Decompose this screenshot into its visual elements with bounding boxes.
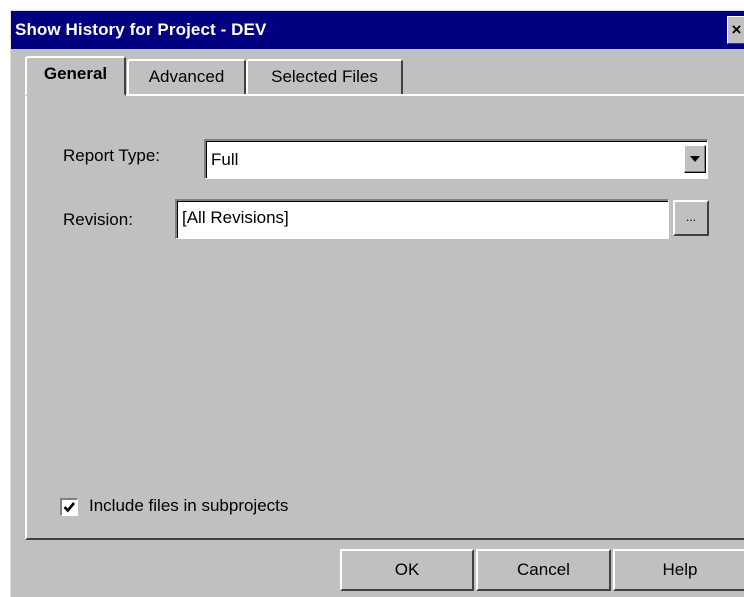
cancel-button-label: Cancel: [517, 560, 570, 579]
tab-general[interactable]: General: [25, 56, 126, 96]
ok-button[interactable]: OK: [340, 549, 474, 591]
tab-advanced-label: Advanced: [148, 67, 225, 86]
tab-selected-files[interactable]: Selected Files: [246, 59, 403, 94]
show-history-dialog: Show History for Project - DEV × General…: [10, 10, 744, 597]
browse-ellipsis: ...: [685, 210, 696, 224]
report-type-select[interactable]: Full: [204, 139, 708, 179]
tab-advanced[interactable]: Advanced: [127, 59, 246, 94]
tab-general-label: General: [43, 64, 108, 83]
revision-label: Revision:: [63, 210, 133, 229]
title-bar: Show History for Project - DEV ×: [11, 11, 744, 49]
include-subprojects-label[interactable]: Include files in subprojects: [89, 496, 288, 516]
ok-button-label: OK: [394, 560, 420, 579]
report-type-label: Report Type:: [63, 146, 161, 165]
report-type-dropdown-button[interactable]: [684, 145, 706, 173]
checkmark-icon: [63, 502, 76, 513]
help-button-label: Help: [662, 560, 698, 579]
window-title: Show History for Project - DEV: [15, 20, 267, 39]
revision-browse-button[interactable]: ...: [673, 200, 709, 236]
revision-field[interactable]: [All Revisions]: [175, 199, 669, 239]
chevron-down-icon: [690, 156, 700, 162]
close-button[interactable]: ×: [727, 16, 744, 44]
tab-selected-files-label: Selected Files: [271, 67, 378, 86]
general-tab-panel: Report Type: Full Revision: [All Revisio…: [25, 94, 744, 540]
cancel-button[interactable]: Cancel: [476, 549, 611, 591]
report-type-value: Full: [211, 150, 239, 169]
include-subprojects-checkbox[interactable]: [60, 498, 78, 516]
close-icon: ×: [731, 20, 742, 39]
help-button[interactable]: Help: [613, 549, 744, 591]
revision-value: [All Revisions]: [182, 208, 289, 227]
